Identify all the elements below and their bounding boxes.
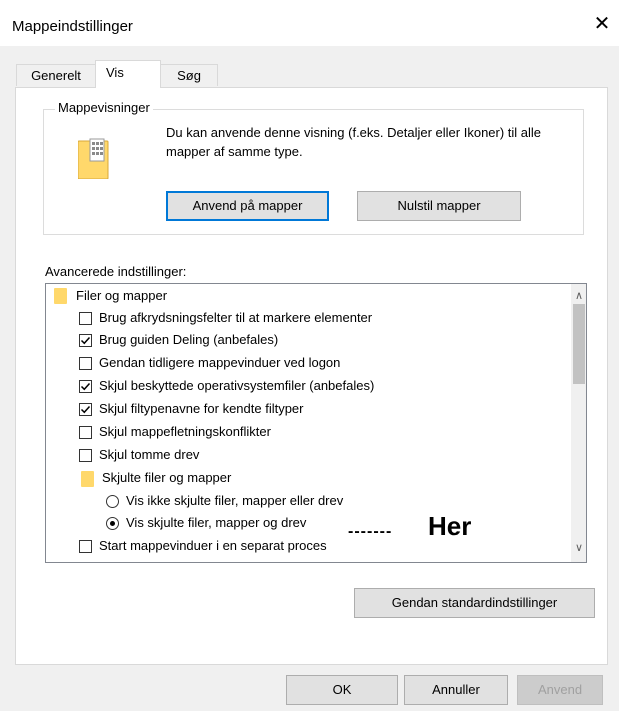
annotation-text: Her [428,511,472,541]
checkbox-hide-protected-files[interactable] [79,380,92,393]
option-label[interactable]: Vis skjulte filer, mapper og drev [126,512,306,534]
option-label[interactable]: Start mappevinduer i en separat proces [99,535,327,557]
option-label[interactable]: Skjul beskyttede operativsystemfiler (an… [99,375,374,397]
option-label[interactable]: Brug afkrydsningsfelter til at markere e… [99,307,372,329]
tree-scrollbar[interactable]: ∧ ∨ [571,284,586,562]
option-label[interactable]: Skjul tomme drev [99,444,199,466]
folder-views-legend: Mappevisninger [55,100,153,115]
option-label[interactable]: Skjul filtypenavne for kendte filtyper [99,398,304,420]
option-label[interactable]: Brug guiden Deling (anbefales) [99,329,278,351]
folder-options-dialog: Mappeindstillinger ✕ Generelt Vis Søg Ma… [0,0,619,711]
folder-views-description: Du kan anvende denne visning (f.eks. Det… [166,125,542,159]
radio-dont-show-hidden[interactable] [106,495,119,508]
tree-group-hidden-files: Skjulte filer og mapper [102,470,232,485]
close-icon[interactable]: ✕ [590,12,614,36]
ok-button[interactable]: OK [286,675,398,705]
apply-to-folders-button[interactable]: Anvend på mapper [166,191,329,221]
checkbox-sharing-wizard[interactable] [79,334,92,347]
folder-view-icon [77,135,110,182]
tab-generelt[interactable]: Generelt [16,64,96,86]
annotation-dashes: ------- [348,523,393,540]
restore-defaults-button[interactable]: Gendan standardindstillinger [354,588,595,618]
reset-folders-button[interactable]: Nulstil mapper [357,191,521,221]
checkbox-restore-windows[interactable] [79,357,92,370]
checkbox-hide-empty-drives[interactable] [79,449,92,462]
folder-icon [81,471,94,487]
checkbox-separate-process[interactable] [79,540,92,553]
apply-button[interactable]: Anvend [517,675,603,705]
tab-vis[interactable]: Vis [95,60,161,88]
option-label[interactable]: Skjul mappefletningskonflikter [99,421,271,443]
checkbox-hide-extensions[interactable] [79,403,92,416]
option-label[interactable]: Vis ikke skjulte filer, mapper eller dre… [126,490,343,512]
checkbox-use-checkboxes[interactable] [79,312,92,325]
title-bar: Mappeindstillinger ✕ [0,0,619,46]
advanced-settings-tree: Filer og mapper Brug afkrydsningsfelter … [45,283,587,563]
folder-icon [54,288,67,304]
cancel-button[interactable]: Annuller [404,675,508,705]
window-title: Mappeindstillinger [12,18,133,35]
tab-sog[interactable]: Søg [160,64,218,86]
scroll-up-icon[interactable]: ∧ [571,288,586,304]
tree-group-files-folders: Filer og mapper [76,288,168,303]
checkbox-hide-merge-conflicts[interactable] [79,426,92,439]
scroll-thumb[interactable] [573,304,585,384]
advanced-settings-label: Avancerede indstillinger: [45,264,187,279]
option-label[interactable]: Gendan tidligere mappevinduer ved logon [99,352,340,374]
scroll-down-icon[interactable]: ∨ [571,540,586,556]
radio-show-hidden[interactable] [106,517,119,530]
